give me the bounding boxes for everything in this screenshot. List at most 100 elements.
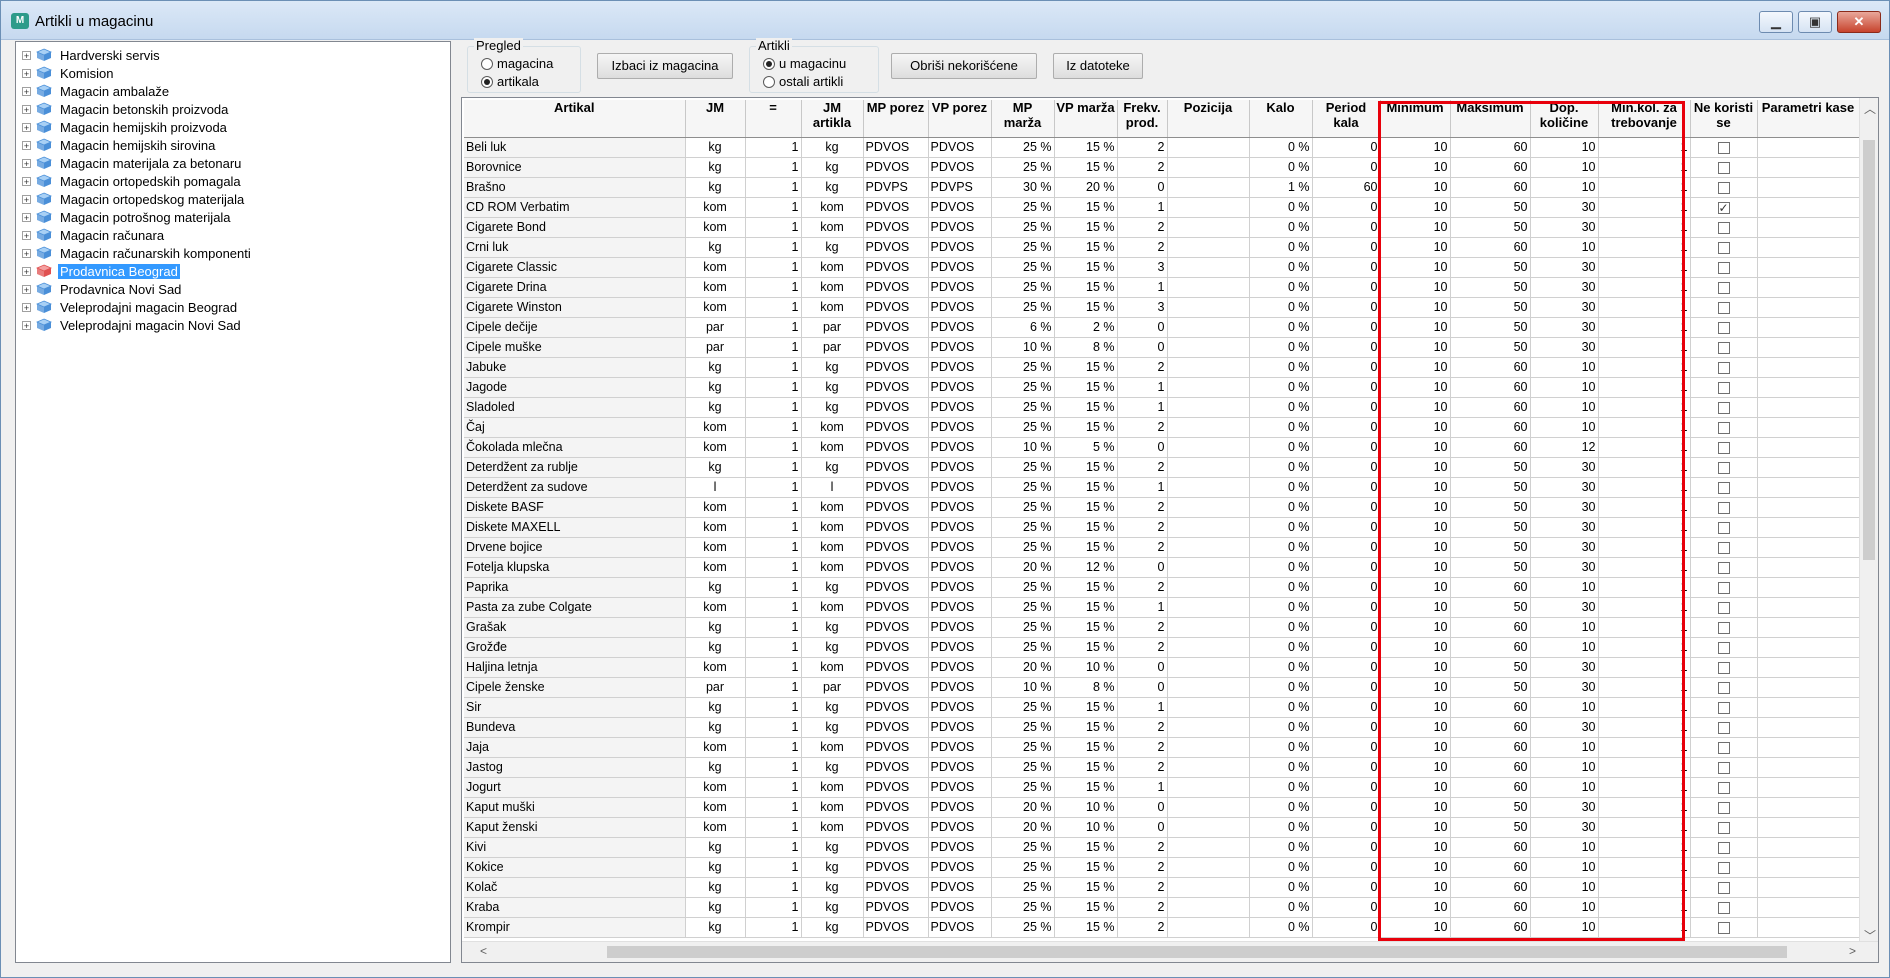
table-cell[interactable]: 10 xyxy=(1530,417,1599,438)
ne-koristi-se-checkbox[interactable] xyxy=(1717,621,1730,634)
table-cell[interactable]: Deterdžent za sudove xyxy=(464,477,686,498)
table-cell[interactable]: kom xyxy=(685,737,746,758)
table-cell[interactable]: Kokice xyxy=(464,857,686,878)
table-cell[interactable]: PDVOS xyxy=(863,377,929,398)
table-cell[interactable]: kom xyxy=(685,297,746,318)
ne-koristi-se-checkbox[interactable] xyxy=(1717,241,1730,254)
table-row[interactable]: Cipele muške par 1 par PDVOS PDVOS 10 % 8 % 0 0 %… xyxy=(464,337,1860,358)
table-cell[interactable]: kom xyxy=(801,277,864,298)
table-cell[interactable]: 1 xyxy=(745,717,802,738)
table-cell[interactable]: 0 xyxy=(1117,317,1168,338)
column-header[interactable]: VP marža xyxy=(1054,100,1118,138)
ne-koristi-se-checkbox[interactable] xyxy=(1717,181,1730,194)
table-cell[interactable]: 60 xyxy=(1450,737,1531,758)
table-cell[interactable]: 25 % xyxy=(991,257,1055,278)
ne-koristi-se-checkbox[interactable] xyxy=(1717,561,1730,574)
table-cell[interactable]: 1 xyxy=(745,397,802,418)
ne-koristi-se-checkbox[interactable] xyxy=(1717,541,1730,554)
table-cell[interactable]: kom xyxy=(685,277,746,298)
table-cell[interactable]: kom xyxy=(801,797,864,818)
parametri-kase-cell[interactable] xyxy=(1757,337,1860,358)
tree-item[interactable]: + Magacin hemijskih sirovina xyxy=(22,136,217,154)
table-cell[interactable]: 30 xyxy=(1530,197,1599,218)
tree-item[interactable]: + Veleprodajni magacin Novi Sad xyxy=(22,316,243,334)
table-cell[interactable]: 0 % xyxy=(1249,637,1313,658)
table-cell[interactable]: kg xyxy=(685,357,746,378)
parametri-kase-cell[interactable] xyxy=(1757,357,1860,378)
table-cell[interactable]: PDVOS xyxy=(863,337,929,358)
ne-koristi-se-cell[interactable] xyxy=(1690,657,1758,678)
table-cell[interactable]: PDVOS xyxy=(928,157,992,178)
table-cell[interactable]: 0 xyxy=(1312,557,1381,578)
ne-koristi-se-cell[interactable] xyxy=(1690,257,1758,278)
table-cell[interactable] xyxy=(1167,137,1250,158)
table-cell[interactable]: 10 xyxy=(1380,217,1451,238)
table-cell[interactable]: Kraba xyxy=(464,897,686,918)
table-cell[interactable]: 1 % xyxy=(1249,177,1313,198)
ne-koristi-se-checkbox[interactable] xyxy=(1717,861,1730,874)
table-cell[interactable]: 1 xyxy=(745,237,802,258)
table-cell[interactable]: 10 xyxy=(1380,897,1451,918)
table-cell[interactable]: 1 xyxy=(1598,377,1691,398)
table-cell[interactable]: 50 xyxy=(1450,677,1531,698)
table-cell[interactable]: kg xyxy=(801,917,864,938)
table-cell[interactable]: 30 xyxy=(1530,717,1599,738)
table-cell[interactable]: kom xyxy=(801,257,864,278)
table-row[interactable]: Jastog kg 1 kg PDVOS PDVOS 25 % 15 % 2 0 % 0 10 60 10… xyxy=(464,757,1860,778)
table-cell[interactable]: 30 xyxy=(1530,517,1599,538)
table-cell[interactable]: 3 xyxy=(1117,257,1168,278)
table-cell[interactable] xyxy=(1167,497,1250,518)
radio-ostali-artikli-dot[interactable] xyxy=(763,75,775,88)
table-cell[interactable]: 0 % xyxy=(1249,877,1313,898)
table-cell[interactable] xyxy=(1167,297,1250,318)
ne-koristi-se-checkbox[interactable] xyxy=(1717,601,1730,614)
table-cell[interactable]: 60 xyxy=(1450,237,1531,258)
table-cell[interactable]: kg xyxy=(801,617,864,638)
table-cell[interactable]: 10 xyxy=(1380,677,1451,698)
table-cell[interactable]: 2 xyxy=(1117,457,1168,478)
parametri-kase-cell[interactable] xyxy=(1757,577,1860,598)
table-cell[interactable]: 20 % xyxy=(991,817,1055,838)
table-cell[interactable]: 1 xyxy=(1598,297,1691,318)
table-cell[interactable]: 25 % xyxy=(991,617,1055,638)
table-row[interactable]: Diskete MAXELL kom 1 kom PDVOS PDVOS 25 % 15 % 2… xyxy=(464,517,1860,538)
table-cell[interactable]: kom xyxy=(801,777,864,798)
table-cell[interactable]: 1 xyxy=(745,337,802,358)
parametri-kase-cell[interactable] xyxy=(1757,417,1860,438)
table-cell[interactable]: 25 % xyxy=(991,197,1055,218)
table-cell[interactable]: 1 xyxy=(1598,277,1691,298)
radio-u-magacinu[interactable]: u magacinu xyxy=(763,56,846,71)
parametri-kase-cell[interactable] xyxy=(1757,217,1860,238)
table-cell[interactable]: kg xyxy=(801,137,864,158)
tree-item[interactable]: + Magacin ortopedskih pomagala xyxy=(22,172,243,190)
column-header[interactable]: Dop. količine xyxy=(1530,100,1599,138)
table-cell[interactable]: 10 xyxy=(1380,257,1451,278)
horizontal-scrollbar[interactable]: < > xyxy=(462,941,1878,962)
table-cell[interactable]: 0 % xyxy=(1249,197,1313,218)
tree-item[interactable]: + Magacin računarskih komponenti xyxy=(22,244,253,262)
ne-koristi-se-cell[interactable] xyxy=(1690,437,1758,458)
table-cell[interactable]: 10 xyxy=(1380,157,1451,178)
ne-koristi-se-checkbox[interactable] xyxy=(1717,681,1730,694)
table-cell[interactable]: 10 xyxy=(1380,537,1451,558)
table-cell[interactable]: 10 xyxy=(1380,497,1451,518)
table-cell[interactable]: 20 % xyxy=(991,797,1055,818)
table-row[interactable]: Sir kg 1 kg PDVOS PDVOS 25 % 15 % 1 0 % 0 10 60 10 1 xyxy=(464,697,1860,718)
table-cell[interactable]: 1 xyxy=(1598,797,1691,818)
ne-koristi-se-checkbox[interactable] xyxy=(1717,521,1730,534)
table-cell[interactable]: 10 xyxy=(1380,197,1451,218)
table-cell[interactable]: 10 xyxy=(1380,877,1451,898)
table-cell[interactable]: PDVOS xyxy=(928,777,992,798)
table-cell[interactable]: 50 xyxy=(1450,597,1531,618)
tree-item[interactable]: + Magacin računara xyxy=(22,226,166,244)
table-cell[interactable]: 0 xyxy=(1312,197,1381,218)
table-cell[interactable]: 0 % xyxy=(1249,577,1313,598)
parametri-kase-cell[interactable] xyxy=(1757,697,1860,718)
table-cell[interactable]: 1 xyxy=(745,537,802,558)
table-cell[interactable]: kg xyxy=(685,897,746,918)
table-cell[interactable] xyxy=(1167,697,1250,718)
table-cell[interactable]: Cigarete Winston xyxy=(464,297,686,318)
table-cell[interactable]: 15 % xyxy=(1054,357,1118,378)
tree-item[interactable]: + Prodavnica Beograd xyxy=(22,262,180,280)
table-cell[interactable]: 30 xyxy=(1530,597,1599,618)
